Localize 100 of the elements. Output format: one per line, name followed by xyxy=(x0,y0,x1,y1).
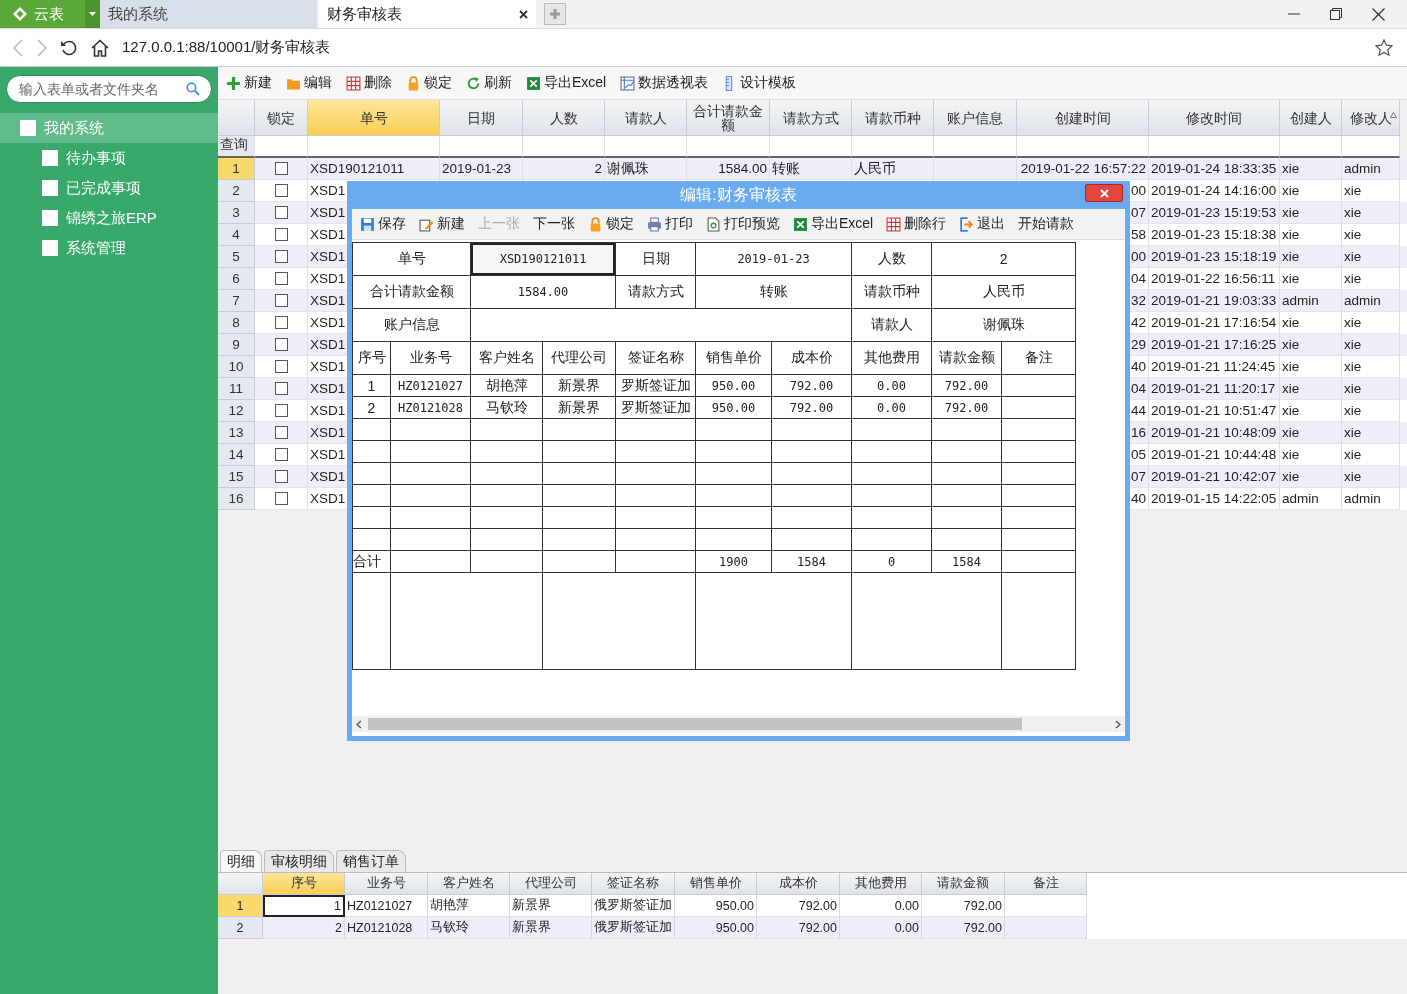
column-header[interactable]: 签证名称 xyxy=(592,873,675,895)
query-field[interactable] xyxy=(605,136,687,158)
query-field[interactable] xyxy=(523,136,605,158)
query-field[interactable] xyxy=(770,136,852,158)
row-number[interactable]: 1 xyxy=(218,158,255,180)
toolbar-button[interactable]: 锁定 xyxy=(586,215,636,233)
query-field[interactable] xyxy=(440,136,523,158)
column-header[interactable]: 请款金额 xyxy=(922,873,1005,895)
row-number[interactable]: 15 xyxy=(218,466,255,488)
toolbar-button[interactable]: 设计模板 xyxy=(720,74,799,92)
checkbox[interactable] xyxy=(274,272,288,285)
column-header[interactable]: 销售单价 xyxy=(675,873,757,895)
form-value[interactable]: 2 xyxy=(931,242,1076,276)
toolbar-button[interactable]: 导出Excel xyxy=(791,215,876,233)
scroll-left-icon[interactable] xyxy=(356,719,362,729)
checkbox[interactable] xyxy=(274,426,288,439)
checkbox[interactable] xyxy=(274,448,288,461)
scrollbar[interactable] xyxy=(352,716,1125,732)
search-field[interactable]: 输入表单或者文件夹名 xyxy=(6,75,212,103)
row-number[interactable]: 9 xyxy=(218,334,255,356)
form-value[interactable]: 人民币 xyxy=(931,275,1076,309)
star-icon[interactable] xyxy=(1375,38,1393,57)
form-value[interactable]: 2019-01-23 xyxy=(695,242,852,276)
row-number[interactable]: 8 xyxy=(218,312,255,334)
column-header[interactable]: 其他费用 xyxy=(840,873,922,895)
row-number[interactable]: 11 xyxy=(218,378,255,400)
form-value[interactable]: XSD190121011 xyxy=(470,242,616,276)
checkbox[interactable] xyxy=(274,206,288,219)
tab[interactable]: 明细 xyxy=(220,850,262,872)
column-header[interactable]: 单号 xyxy=(308,100,440,136)
column-header[interactable]: 请款币种 xyxy=(852,100,934,136)
toolbar-button[interactable]: 新建 xyxy=(224,74,274,92)
home-icon[interactable] xyxy=(90,38,110,57)
column-header[interactable]: 创建时间 xyxy=(1017,100,1149,136)
column-header[interactable]: 业务号 xyxy=(345,873,428,895)
toolbar-button[interactable]: 数据透视表 xyxy=(618,74,711,92)
close-icon[interactable] xyxy=(519,9,528,19)
toolbar-button[interactable]: 删除 xyxy=(344,74,394,92)
column-header[interactable]: 日期 xyxy=(440,100,523,136)
toolbar-button[interactable]: 打印预览 xyxy=(704,215,782,233)
column-header[interactable]: 修改人 xyxy=(1342,100,1400,136)
checkbox[interactable] xyxy=(274,404,288,417)
checkbox[interactable] xyxy=(274,162,288,175)
search-icon[interactable] xyxy=(186,82,200,96)
column-header[interactable]: 序号 xyxy=(263,873,345,895)
browser-tab[interactable]: 我的系统 xyxy=(100,0,317,28)
toolbar-button[interactable]: 编辑 xyxy=(284,74,334,92)
row-number[interactable]: 7 xyxy=(218,290,255,312)
column-header[interactable]: 代理公司 xyxy=(510,873,592,895)
checkbox[interactable] xyxy=(274,228,288,241)
column-header[interactable]: 锁定 xyxy=(255,100,308,136)
dropdown-button[interactable] xyxy=(85,0,100,28)
column-header[interactable]: 请款人 xyxy=(605,100,687,136)
restore-icon[interactable] xyxy=(1330,8,1342,20)
tab[interactable]: 销售订单 xyxy=(336,850,406,872)
reload-icon[interactable] xyxy=(60,38,78,57)
checkbox[interactable] xyxy=(274,382,288,395)
query-field[interactable] xyxy=(1280,136,1342,158)
toolbar-button[interactable]: 删除行 xyxy=(884,215,949,233)
row-number[interactable]: 6 xyxy=(218,268,255,290)
toolbar-button[interactable]: 导出Excel xyxy=(524,74,609,92)
toolbar-button[interactable]: 退出 xyxy=(957,215,1008,233)
row-number[interactable]: 2 xyxy=(218,917,263,939)
form-value[interactable]: 转账 xyxy=(695,275,852,309)
column-header[interactable]: 请款方式 xyxy=(770,100,852,136)
query-field[interactable] xyxy=(1342,136,1400,158)
row-number[interactable]: 10 xyxy=(218,356,255,378)
row-number[interactable]: 3 xyxy=(218,202,255,224)
toolbar-button[interactable]: 锁定 xyxy=(404,74,454,92)
checkbox[interactable] xyxy=(274,360,288,373)
scroll-right-icon[interactable] xyxy=(1115,719,1121,729)
query-field[interactable] xyxy=(255,136,308,158)
row-number[interactable]: 12 xyxy=(218,400,255,422)
row-number[interactable]: 14 xyxy=(218,444,255,466)
form-value[interactable]: 1584.00 xyxy=(470,275,616,309)
column-header[interactable]: 合计请款金额 xyxy=(687,100,770,136)
close-button[interactable] xyxy=(1085,184,1123,202)
column-header[interactable]: 创建人 xyxy=(1280,100,1342,136)
row-number[interactable]: 4 xyxy=(218,224,255,246)
toolbar-button[interactable]: 下一张 xyxy=(531,215,577,233)
query-field[interactable] xyxy=(1017,136,1149,158)
column-header[interactable]: 客户姓名 xyxy=(428,873,510,895)
column-header[interactable]: 修改时间 xyxy=(1149,100,1280,136)
address-url[interactable]: 127.0.0.1:88/10001/财务审核表 xyxy=(122,38,331,57)
browser-tab[interactable]: 财务审核表 xyxy=(319,0,536,28)
checkbox[interactable] xyxy=(274,492,288,505)
row-number[interactable]: 5 xyxy=(218,246,255,268)
row-number[interactable]: 1 xyxy=(218,895,263,917)
column-header[interactable]: 账户信息 xyxy=(934,100,1017,136)
close-icon[interactable] xyxy=(1372,7,1385,21)
form-value[interactable]: 谢佩珠 xyxy=(931,308,1076,342)
checkbox[interactable] xyxy=(274,294,288,307)
column-header[interactable]: 成本价 xyxy=(757,873,840,895)
checkbox[interactable] xyxy=(274,338,288,351)
query-field[interactable] xyxy=(308,136,440,158)
toolbar-button[interactable]: 打印 xyxy=(645,215,695,233)
checkbox[interactable] xyxy=(274,470,288,483)
column-header[interactable]: 人数 xyxy=(523,100,605,136)
row-number[interactable]: 16 xyxy=(218,488,255,510)
row-number[interactable]: 13 xyxy=(218,422,255,444)
